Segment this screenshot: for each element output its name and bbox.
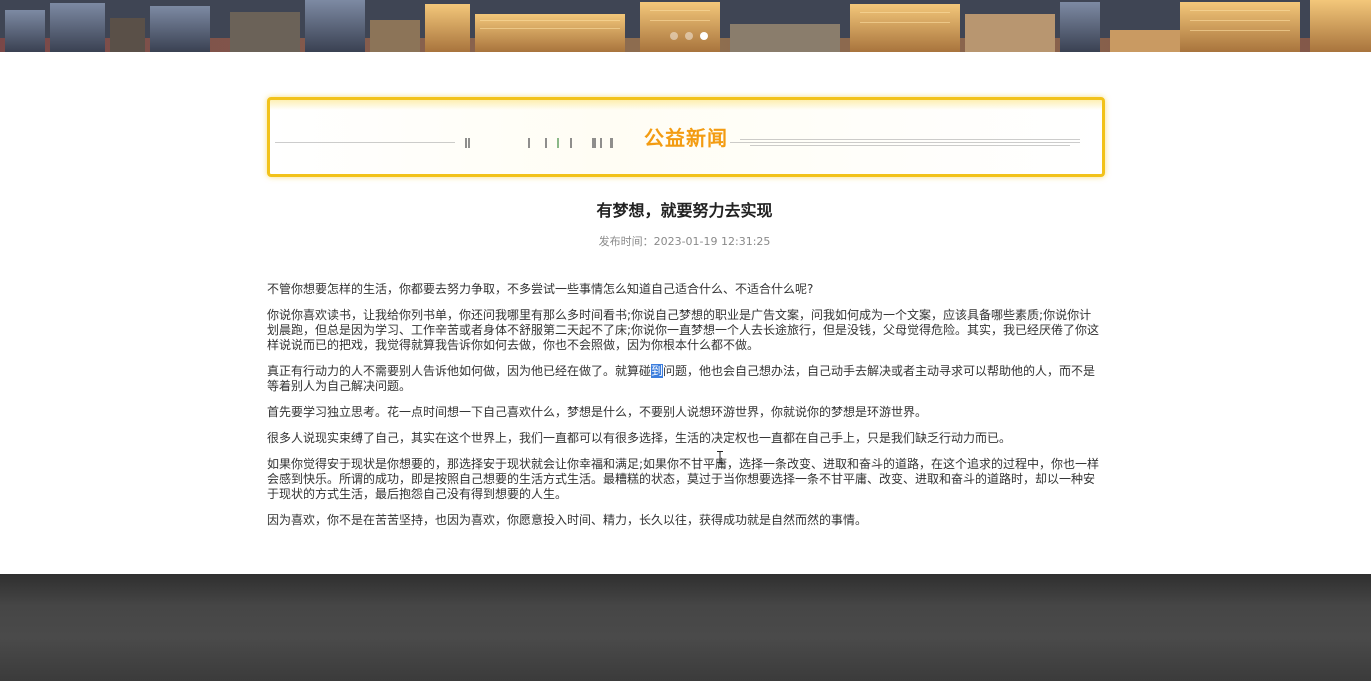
paragraph-text: 真正有行动力的人不需要别人告诉他如何做，因为他已经在做了。就算碰 (267, 364, 652, 378)
page: 公益新闻 有梦想，就要努力去实现 发布时间：2023-01-19 12:31:2… (0, 0, 1371, 681)
article-paragraph: 很多人说现实束缚了自己，其实在这个世界上，我们一直都可以有很多选择，生活的决定权… (267, 431, 1012, 445)
article-publish-time: 发布时间：2023-01-19 12:31:25 (598, 235, 771, 248)
section-title: 公益新闻 (644, 126, 728, 150)
carousel-dot[interactable] (670, 32, 678, 40)
article-title: 有梦想，就要努力去实现 (596, 201, 773, 220)
article-paragraph: 首先要学习独立思考。花一点时间想一下自己喜欢什么，梦想是什么，不要别人说想环游世… (267, 405, 928, 419)
carousel-dot[interactable] (685, 32, 693, 40)
section-header-frame: 公益新闻 (267, 97, 1105, 177)
page-footer (0, 574, 1371, 681)
article-paragraph: 真正有行动力的人不需要别人告诉他如何做，因为他已经在做了。就算碰到问题，他也会自… (267, 364, 1102, 394)
article-body: 不管你想要怎样的生活，你都要去努力争取，不多尝试一些事情怎么知道自己适合什么、不… (267, 282, 1102, 539)
article-paragraph: 因为喜欢，你不是在苦苦坚持，也因为喜欢，你愿意投入时间、精力，长久以往，获得成功… (267, 513, 868, 527)
carousel-indicators (670, 32, 708, 40)
selected-text[interactable]: 到 (651, 364, 664, 378)
city-skyline-image (0, 0, 1371, 52)
hero-banner (0, 0, 1371, 52)
carousel-dot-active[interactable] (700, 32, 708, 40)
article-paragraph: 不管你想要怎样的生活，你都要去努力争取，不多尝试一些事情怎么知道自己适合什么、不… (267, 282, 814, 296)
article-paragraph: 如果你觉得安于现状是你想要的，那选择安于现状就会让你幸福和满足;如果你不甘平庸，… (267, 457, 1100, 501)
text-cursor-icon (717, 451, 723, 463)
article-paragraph: 你说你喜欢读书，让我给你列书单，你还问我哪里有那么多时间看书;你说自己梦想的职业… (267, 308, 1100, 352)
